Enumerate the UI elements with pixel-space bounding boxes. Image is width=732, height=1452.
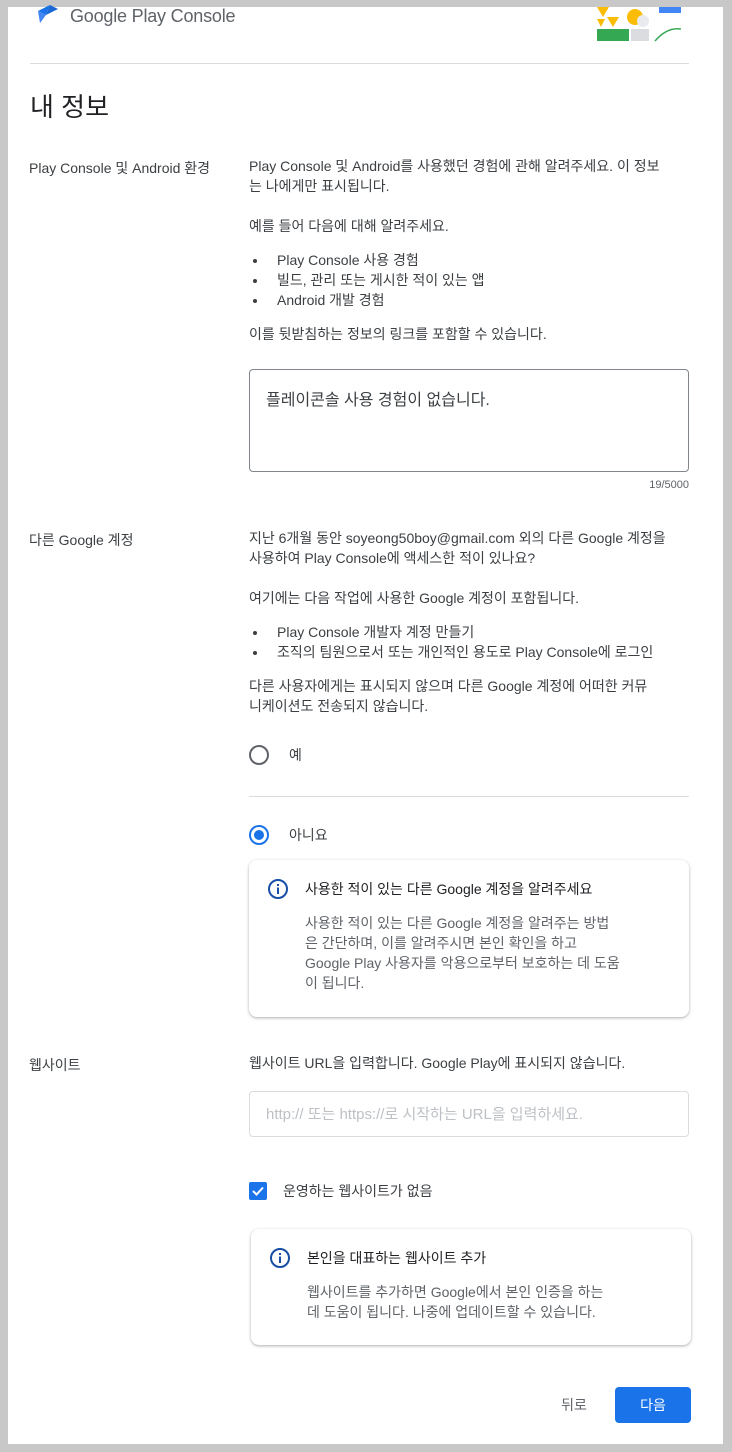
radio-divider bbox=[249, 796, 689, 797]
other-account-privacy-note: 다른 사용자에게는 표시되지 않으며 다른 Google 계정에 어떠한 커뮤 … bbox=[249, 676, 694, 716]
other-account-privacy-line1: 다른 사용자에게는 표시되지 않으며 다른 Google 계정에 어떠한 커뮤 bbox=[249, 678, 648, 694]
info-card-body: 사용한 적이 있는 다른 Google 계정을 알려주는 방법 은 간단하며, … bbox=[305, 913, 620, 993]
experience-intro-line1: Play Console 및 Android를 사용했던 경험에 관해 알려주세… bbox=[249, 158, 660, 174]
experience-section-label: Play Console 및 Android 환경 bbox=[29, 160, 211, 176]
play-console-logo-icon bbox=[36, 1, 62, 32]
info-card-line: 은 간단하며, 이를 알려주시면 본인 확인을 하고 bbox=[305, 935, 577, 951]
other-account-question-line1: 지난 6개월 동안 soyeong50boy@gmail.com 외의 다른 G… bbox=[249, 530, 666, 546]
info-card-line: Google Play 사용자를 악용으로부터 보호하는 데 도움 bbox=[305, 955, 620, 971]
page: Google Play Console 내 정보 Play Console 및 … bbox=[8, 5, 723, 1444]
info-card-body: 웹사이트를 추가하면 Google에서 본인 인증을 하는 데 도움이 됩니다.… bbox=[307, 1282, 603, 1322]
back-button[interactable]: 뒤로 bbox=[546, 1387, 602, 1423]
experience-intro: Play Console 및 Android를 사용했던 경험에 관해 알려주세… bbox=[249, 156, 694, 196]
experience-example-heading: 예를 들어 다음에 대해 알려주세요. bbox=[249, 218, 449, 234]
radio-yes-label: 예 bbox=[289, 747, 302, 763]
header-divider bbox=[30, 63, 689, 64]
no-website-checkbox[interactable] bbox=[249, 1182, 267, 1200]
header-illustration bbox=[597, 7, 683, 48]
radio-option-yes[interactable]: 예 bbox=[249, 745, 302, 765]
radio-no[interactable] bbox=[249, 825, 269, 845]
other-account-question: 지난 6개월 동안 soyeong50boy@gmail.com 외의 다른 G… bbox=[249, 528, 694, 568]
info-card-title: 본인을 대표하는 웹사이트 추가 bbox=[307, 1250, 487, 1266]
experience-intro-line2: 는 나에게만 표시됩니다. bbox=[249, 178, 390, 194]
radio-no-label: 아니요 bbox=[289, 827, 328, 843]
info-card-line: 이 됩니다. bbox=[305, 975, 365, 991]
radio-option-no[interactable]: 아니요 bbox=[249, 825, 328, 845]
info-card-line: 사용한 적이 있는 다른 Google 계정을 알려주는 방법 bbox=[305, 915, 610, 931]
list-item: Android 개발 경험 bbox=[249, 290, 485, 310]
info-card-line: 웹사이트를 추가하면 Google에서 본인 인증을 하는 bbox=[307, 1284, 604, 1300]
no-website-checkbox-row[interactable]: 운영하는 웹사이트가 없음 bbox=[249, 1181, 432, 1201]
list-item: 조직의 팀원으로서 또는 개인적인 용도로 Play Console에 로그인 bbox=[249, 642, 653, 662]
info-card-line: 데 도움이 됩니다. 나중에 업데이트할 수 있습니다. bbox=[307, 1304, 596, 1320]
list-item: Play Console 사용 경험 bbox=[249, 250, 485, 270]
other-account-bullet-list: Play Console 개발자 계정 만들기 조직의 팀원으로서 또는 개인적… bbox=[249, 622, 653, 662]
page-title: 내 정보 bbox=[30, 92, 109, 122]
info-icon bbox=[269, 1247, 291, 1274]
other-account-question-line2: 사용하여 Play Console에 액세스한 적이 있나요? bbox=[249, 550, 536, 566]
list-item: 빌드, 관리 또는 게시한 적이 있는 앱 bbox=[249, 270, 485, 290]
experience-textarea[interactable] bbox=[249, 369, 689, 472]
website-description: 웹사이트 URL을 입력합니다. Google Play에 표시되지 않습니다. bbox=[249, 1055, 626, 1071]
info-card-title: 사용한 적이 있는 다른 Google 계정을 알려주세요 bbox=[305, 881, 593, 897]
list-item: Play Console 개발자 계정 만들기 bbox=[249, 622, 653, 642]
next-button[interactable]: 다음 bbox=[615, 1387, 691, 1423]
other-account-includes-heading: 여기에는 다음 작업에 사용한 Google 계정이 포함됩니다. bbox=[249, 590, 579, 606]
radio-yes[interactable] bbox=[249, 745, 269, 765]
website-url-input[interactable] bbox=[249, 1091, 689, 1137]
info-icon bbox=[267, 878, 289, 905]
no-website-checkbox-label: 운영하는 웹사이트가 없음 bbox=[283, 1183, 433, 1199]
logo-text: Google Play Console bbox=[70, 6, 236, 26]
experience-link-note: 이를 뒷받침하는 정보의 링크를 포함할 수 있습니다. bbox=[249, 326, 547, 342]
other-account-info-card: 사용한 적이 있는 다른 Google 계정을 알려주세요 사용한 적이 있는 … bbox=[249, 860, 689, 1017]
checkmark-icon bbox=[252, 1186, 264, 1196]
character-counter: 19/5000 bbox=[649, 479, 689, 491]
logo[interactable]: Google Play Console bbox=[36, 1, 236, 32]
website-info-card: 본인을 대표하는 웹사이트 추가 웹사이트를 추가하면 Google에서 본인 … bbox=[251, 1229, 691, 1345]
other-account-privacy-line2: 니케이션도 전송되지 않습니다. bbox=[249, 698, 429, 714]
experience-bullet-list: Play Console 사용 경험 빌드, 관리 또는 게시한 적이 있는 앱… bbox=[249, 250, 485, 310]
header: Google Play Console bbox=[8, 5, 723, 63]
website-section-label: 웹사이트 bbox=[29, 1057, 81, 1073]
other-account-section-label: 다른 Google 계정 bbox=[29, 532, 134, 548]
